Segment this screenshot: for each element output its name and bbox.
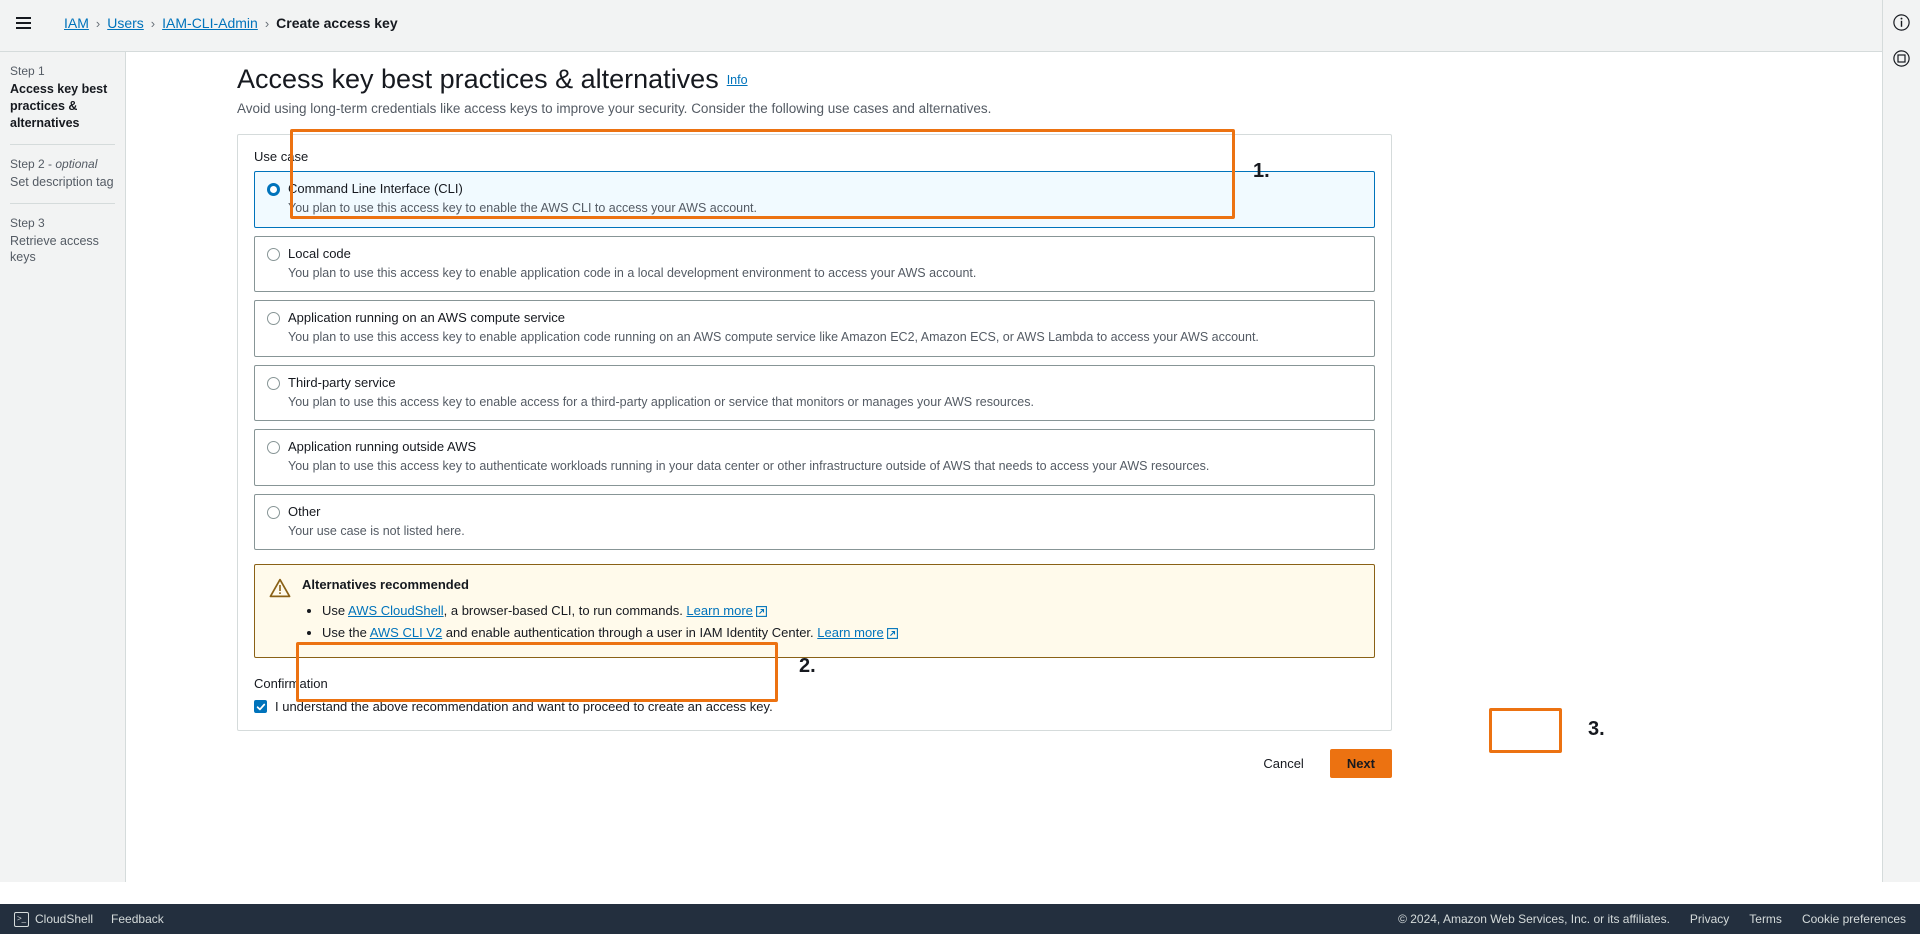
radio-description: Your use case is not listed here. xyxy=(288,523,465,538)
learn-more-link[interactable]: Learn more xyxy=(686,603,752,618)
radio-button-icon[interactable] xyxy=(267,312,280,325)
cancel-button[interactable]: Cancel xyxy=(1253,750,1313,777)
aws-cloudshell-link[interactable]: AWS CloudShell xyxy=(348,603,444,618)
page-subtitle: Avoid using long-term credentials like a… xyxy=(237,101,992,116)
cloudshell-label: CloudShell xyxy=(35,912,94,926)
alert-bullet: Use the AWS CLI V2 and enable authentica… xyxy=(322,623,1360,645)
radio-button-icon[interactable] xyxy=(267,247,280,261)
hamburger-bar xyxy=(15,22,31,24)
learn-more-link[interactable]: Learn more xyxy=(817,625,883,640)
breadcrumb-item-current: Create access key xyxy=(276,15,398,31)
radio-description: You plan to use this access key to enabl… xyxy=(288,394,1034,409)
radio-label: Local code xyxy=(288,245,351,261)
alert-bullet-list: Use AWS CloudShell, a browser-based CLI,… xyxy=(322,601,1360,645)
radio-description: You plan to use this access key to enabl… xyxy=(288,330,1259,345)
confirmation-checkbox[interactable] xyxy=(254,700,267,714)
terms-link[interactable]: Terms xyxy=(1749,912,1782,926)
radio-option-outside-aws[interactable]: Application running outside AWS You plan… xyxy=(254,429,1375,486)
info-link[interactable]: Info xyxy=(727,73,748,87)
alternatives-alert: Alternatives recommended Use AWS CloudSh… xyxy=(254,564,1375,659)
breadcrumb-item-iam[interactable]: IAM xyxy=(64,15,89,31)
breadcrumb-item-users[interactable]: Users xyxy=(107,15,144,31)
hamburger-bar xyxy=(15,17,31,19)
radio-label: Third-party service xyxy=(288,374,396,390)
external-link-icon[interactable] xyxy=(886,625,898,645)
breadcrumb-separator: › xyxy=(95,15,101,31)
next-button[interactable]: Next xyxy=(1329,749,1392,779)
external-link-icon[interactable] xyxy=(755,603,767,623)
cloudshell-button[interactable]: >_ CloudShell xyxy=(14,911,94,927)
radio-option-cli[interactable]: Command Line Interface (CLI) You plan to… xyxy=(254,171,1375,228)
radio-label: Application running on an AWS compute se… xyxy=(288,310,566,325)
radio-option-third-party[interactable]: Third-party service You plan to use this… xyxy=(254,364,1375,421)
wizard-step-nav: Step 1 Access key best practices & alter… xyxy=(0,52,126,882)
radio-button-icon[interactable] xyxy=(267,441,280,454)
radio-option-aws-compute[interactable]: Application running on an AWS compute se… xyxy=(254,300,1375,357)
radio-button-icon[interactable] xyxy=(267,376,280,390)
annotation-number-1: 1. xyxy=(1253,160,1270,182)
main-content: Access key best practices & alternatives… xyxy=(127,52,1882,779)
annotation-number-2: 2. xyxy=(799,655,816,677)
step-2-number: Step 2 - optional xyxy=(10,156,98,171)
confirmation-label: Confirmation xyxy=(254,676,328,692)
confirmation-checkbox-row[interactable]: I understand the above recommendation an… xyxy=(254,699,1375,714)
privacy-link[interactable]: Privacy xyxy=(1690,912,1729,926)
page-title: Access key best practices & alternatives xyxy=(237,64,719,94)
cloudshell-icon: >_ xyxy=(14,911,29,927)
radio-description: You plan to use this access key to enabl… xyxy=(288,201,758,216)
radio-option-other[interactable]: Other Your use case is not listed here. xyxy=(254,493,1375,550)
breadcrumb-item-user[interactable]: IAM-CLI-Admin xyxy=(162,15,258,31)
hamburger-menu-icon[interactable] xyxy=(10,10,36,36)
sidebar-step-1[interactable]: Step 1 Access key best practices & alter… xyxy=(10,52,115,132)
top-bar: IAM › Users › IAM-CLI-Admin › Create acc… xyxy=(0,0,1920,52)
radio-button-icon[interactable] xyxy=(267,183,280,196)
breadcrumb: IAM › Users › IAM-CLI-Admin › Create acc… xyxy=(64,15,398,31)
checkmark-icon xyxy=(256,703,265,711)
sidebar-step-2[interactable]: Step 2 - optional Set description tag xyxy=(10,145,115,191)
breadcrumb-separator: › xyxy=(264,15,270,31)
radio-label: Application running outside AWS xyxy=(288,439,477,454)
use-case-card: Use case Command Line Interface (CLI) Yo… xyxy=(237,134,1392,732)
radio-label: Other xyxy=(288,503,321,519)
footer-bar: >_ CloudShell Feedback © 2024, Amazon We… xyxy=(0,904,1920,934)
radio-description: You plan to use this access key to authe… xyxy=(288,459,1210,474)
step-3-title: Retrieve access keys xyxy=(10,233,99,265)
radio-button-icon[interactable] xyxy=(267,505,280,519)
use-case-label: Use case xyxy=(254,149,309,164)
sidebar-step-3[interactable]: Step 3 Retrieve access keys xyxy=(10,204,115,267)
use-case-radio-group: Command Line Interface (CLI) You plan to… xyxy=(254,171,1375,550)
step-1-number: Step 1 xyxy=(10,64,45,78)
warning-triangle-icon xyxy=(269,578,291,645)
annotation-number-3: 3. xyxy=(1588,718,1605,740)
alert-bullet: Use AWS CloudShell, a browser-based CLI,… xyxy=(322,601,1360,623)
radio-description: You plan to use this access key to enabl… xyxy=(288,265,977,280)
alert-title: Alternatives recommended xyxy=(302,577,469,592)
page-header: Access key best practices & alternatives… xyxy=(127,52,1882,116)
step-2-title: Set description tag xyxy=(10,174,114,189)
cookie-preferences-link[interactable]: Cookie preferences xyxy=(1802,912,1906,926)
radio-label: Command Line Interface (CLI) xyxy=(288,181,463,196)
shortcut-circle-icon[interactable] xyxy=(1888,44,1916,72)
confirmation-text: I understand the above recommendation an… xyxy=(275,699,773,715)
confirmation-block: Confirmation I understand the above reco… xyxy=(254,676,1375,714)
form-actions: Cancel Next xyxy=(237,749,1392,779)
breadcrumb-separator: › xyxy=(150,15,156,31)
step-3-number: Step 3 xyxy=(10,215,45,230)
right-rail xyxy=(1882,0,1920,882)
info-circle-icon[interactable] xyxy=(1888,8,1916,36)
aws-cli-v2-link[interactable]: AWS CLI V2 xyxy=(370,625,442,640)
radio-option-local-code[interactable]: Local code You plan to use this access k… xyxy=(254,235,1375,292)
copyright-text: © 2024, Amazon Web Services, Inc. or its… xyxy=(1398,912,1670,926)
hamburger-bar xyxy=(15,27,31,29)
feedback-link[interactable]: Feedback xyxy=(111,912,164,926)
step-1-title: Access key best practices & alternatives xyxy=(10,82,108,130)
